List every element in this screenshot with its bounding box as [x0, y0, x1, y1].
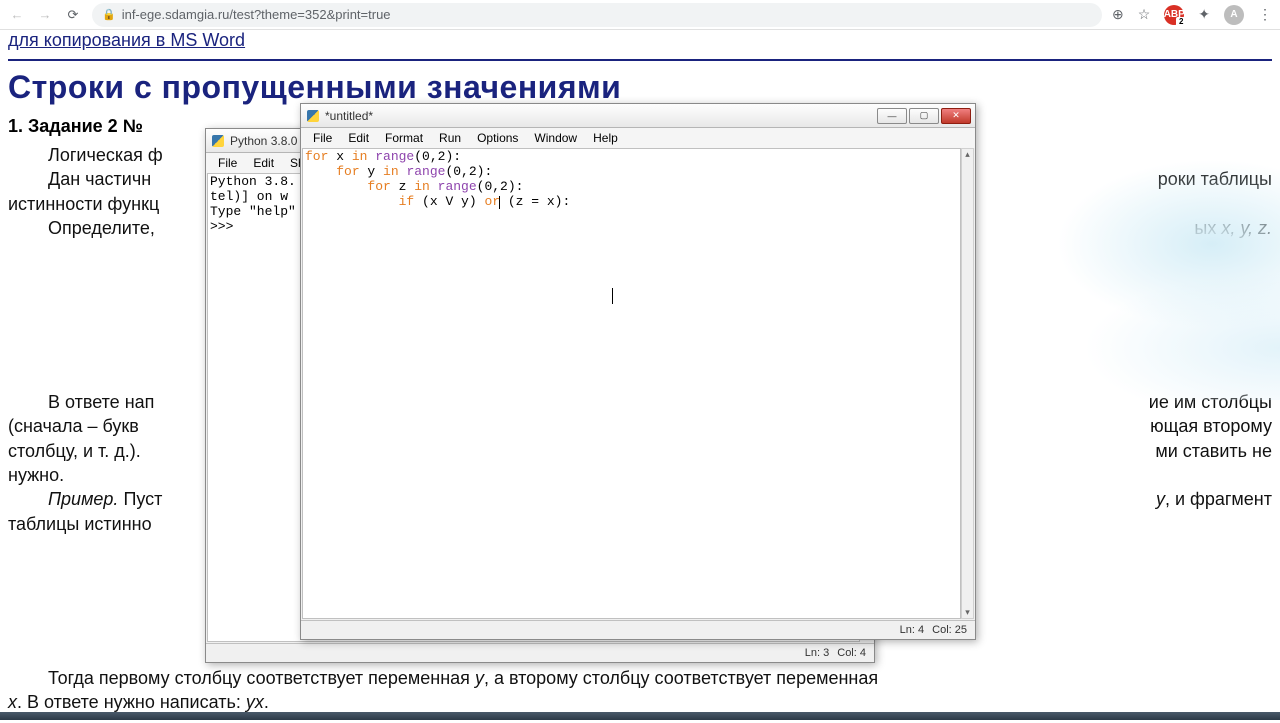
- section-heading: Строки с пропущенными значениями: [8, 69, 1272, 106]
- code-token: z: [391, 179, 414, 194]
- zoom-icon[interactable]: ⊕: [1112, 6, 1124, 23]
- code-token: [305, 194, 399, 209]
- code-token: (0,2):: [445, 164, 492, 179]
- back-button[interactable]: ←: [8, 7, 26, 22]
- bookmark-star-icon[interactable]: ☆: [1138, 6, 1151, 23]
- menu-file[interactable]: File: [305, 129, 340, 147]
- text: , и фрагмент: [1165, 489, 1272, 509]
- editor-title: *untitled*: [325, 109, 877, 123]
- code-token: [305, 164, 336, 179]
- code-token: for: [305, 149, 328, 164]
- text: x: [8, 692, 17, 712]
- divider: [8, 59, 1272, 61]
- menu-options[interactable]: Options: [469, 129, 526, 147]
- menu-format[interactable]: Format: [377, 129, 431, 147]
- code-token: range: [367, 149, 414, 164]
- maximize-button[interactable]: ▢: [909, 108, 939, 124]
- text: Пример.: [48, 489, 118, 509]
- toolbar-right: ⊕ ☆ ABP ✦ A ⋮: [1112, 5, 1272, 25]
- text: Определите,: [8, 216, 155, 240]
- idle-editor-window[interactable]: *untitled* — ▢ ✕ File Edit Format Run Op…: [300, 103, 976, 640]
- editor-vertical-scrollbar[interactable]: [961, 148, 974, 619]
- shell-menu-file[interactable]: File: [210, 154, 245, 172]
- menu-help[interactable]: Help: [585, 129, 626, 147]
- code-token: range: [399, 164, 446, 179]
- text: Логическая ф: [48, 145, 163, 165]
- shell-menu-edit[interactable]: Edit: [245, 154, 282, 172]
- code-token: for: [336, 164, 359, 179]
- address-bar[interactable]: 🔒 inf-ege.sdamgia.ru/test?theme=352&prin…: [92, 3, 1102, 27]
- text: . В ответе нужно написать:: [17, 692, 246, 712]
- shell-line: tel)] on w: [210, 189, 288, 204]
- text: ющая второму: [1150, 414, 1272, 438]
- page-background-decoration: [940, 140, 1280, 400]
- editor-status-ln: Ln: 4: [900, 624, 924, 636]
- shell-statusbar: Ln: 3 Col: 4: [206, 643, 874, 662]
- editor-menubar: File Edit Format Run Options Window Help: [301, 128, 975, 148]
- lock-icon: 🔒: [102, 8, 116, 21]
- menu-window[interactable]: Window: [526, 129, 585, 147]
- text: таблицы истинно: [8, 514, 152, 534]
- code-token: in: [352, 149, 368, 164]
- text: , а второму столбцу соответствует переме…: [484, 668, 878, 688]
- code-token: in: [383, 164, 399, 179]
- shell-line: Python 3.8.: [210, 174, 296, 189]
- editor-statusbar: Ln: 4 Col: 25: [301, 620, 975, 639]
- shell-line: Type "help": [210, 204, 296, 219]
- shell-status-ln: Ln: 3: [805, 647, 829, 659]
- browser-toolbar: ← → ⟳ 🔒 inf-ege.sdamgia.ru/test?theme=35…: [0, 0, 1280, 30]
- text: В ответе нап: [8, 390, 154, 414]
- text: истинности функц: [8, 194, 159, 214]
- shell-prompt: >>>: [210, 219, 233, 234]
- python-icon: [305, 108, 321, 124]
- code-token: x: [328, 149, 351, 164]
- text: Дан частичн: [8, 167, 151, 191]
- text: ми ставить не: [1155, 439, 1272, 463]
- os-taskbar[interactable]: [0, 712, 1280, 720]
- code-token: (z = x):: [500, 194, 570, 209]
- adblock-extension-icon[interactable]: ABP: [1164, 5, 1184, 25]
- text: столбцу, и т. д.).: [8, 439, 141, 463]
- menu-edit[interactable]: Edit: [340, 129, 377, 147]
- text: .: [264, 692, 269, 712]
- reload-button[interactable]: ⟳: [64, 7, 82, 23]
- forward-button[interactable]: →: [36, 7, 54, 22]
- code-token: [305, 179, 367, 194]
- menu-run[interactable]: Run: [431, 129, 469, 147]
- code-token: range: [430, 179, 477, 194]
- url-text: inf-ege.sdamgia.ru/test?theme=352&print=…: [122, 7, 391, 22]
- code-token: (0,2):: [477, 179, 524, 194]
- text: (сначала – букв: [8, 414, 139, 438]
- code-editor[interactable]: for x in range(0,2): for y in range(0,2)…: [302, 148, 961, 619]
- python-icon: [210, 133, 226, 149]
- code-token: y: [360, 164, 383, 179]
- close-button[interactable]: ✕: [941, 108, 971, 124]
- export-word-link[interactable]: для копирования в MS Word: [8, 30, 245, 50]
- text: y: [475, 668, 484, 688]
- kebab-menu-icon[interactable]: ⋮: [1258, 6, 1272, 23]
- code-token: or: [484, 194, 500, 209]
- code-token: if: [399, 194, 415, 209]
- text: Пуст: [118, 489, 162, 509]
- extensions-icon[interactable]: ✦: [1198, 6, 1210, 23]
- text: yx: [246, 692, 264, 712]
- shell-status-col: Col: 4: [837, 647, 866, 659]
- editor-titlebar[interactable]: *untitled* — ▢ ✕: [301, 104, 975, 128]
- text: нужно.: [8, 465, 64, 485]
- code-token: (x V y): [414, 194, 484, 209]
- text: Тогда первому столбцу соответствует пере…: [48, 668, 475, 688]
- profile-avatar[interactable]: A: [1224, 5, 1244, 25]
- editor-status-col: Col: 25: [932, 624, 967, 636]
- window-controls: — ▢ ✕: [877, 108, 971, 124]
- minimize-button[interactable]: —: [877, 108, 907, 124]
- mouse-text-cursor: [612, 288, 613, 304]
- code-token: (0,2):: [414, 149, 461, 164]
- code-token: in: [414, 179, 430, 194]
- code-token: for: [367, 179, 390, 194]
